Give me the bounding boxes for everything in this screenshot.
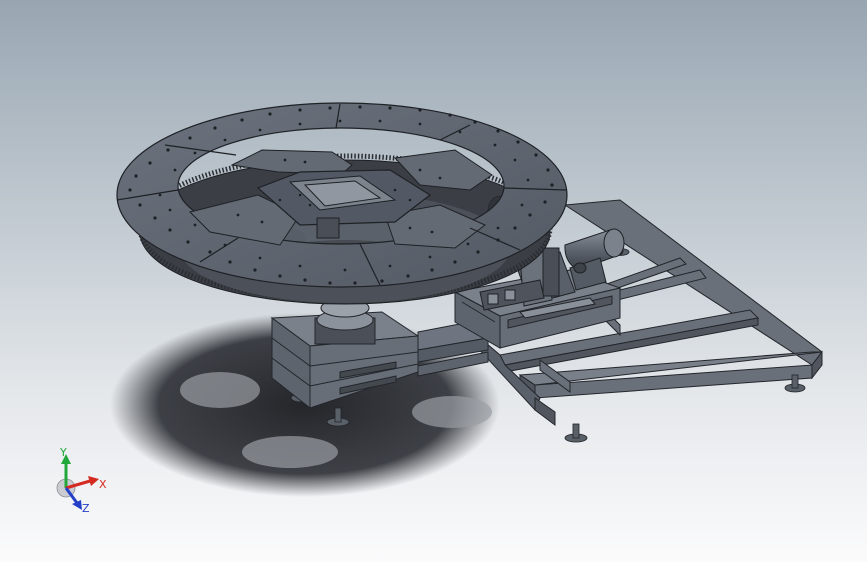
- x-axis-arrowhead: [88, 476, 99, 486]
- cad-graphics-viewport[interactable]: Y X Z: [0, 0, 867, 562]
- x-axis-label: X: [99, 478, 107, 491]
- coordinate-triad: Y X Z: [56, 446, 107, 515]
- y-axis-label: Y: [59, 446, 67, 459]
- z-axis-label: Z: [82, 502, 90, 515]
- turntable-assembly-model[interactable]: [0, 0, 867, 562]
